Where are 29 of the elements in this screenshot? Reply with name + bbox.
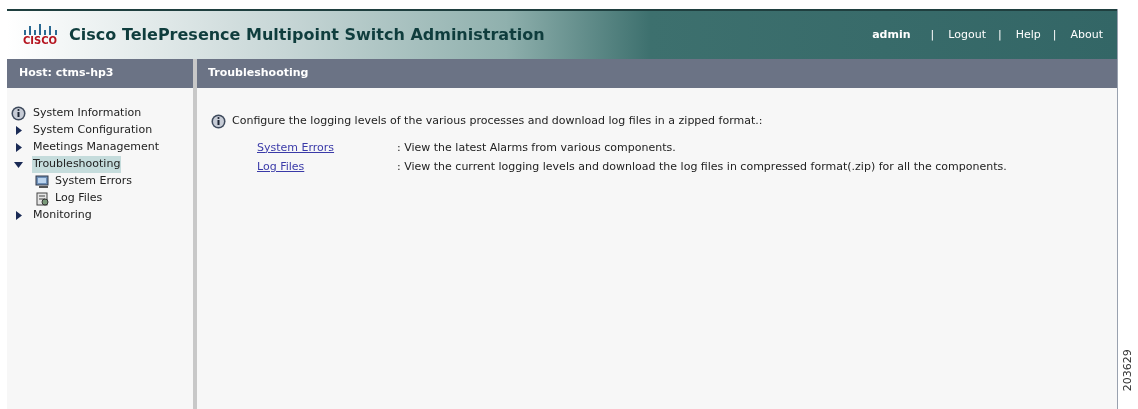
info-icon xyxy=(11,106,26,121)
section-title: Troubleshooting xyxy=(197,59,1117,88)
monitor-icon xyxy=(35,174,50,189)
logo-text: CISCO xyxy=(23,35,58,46)
link-description: : View the latest Alarms from various components. xyxy=(397,139,676,156)
separator-text: | xyxy=(997,26,1002,43)
sidebar-item[interactable]: Log Files xyxy=(54,190,104,207)
info-icon xyxy=(211,113,226,129)
log-file-icon xyxy=(35,191,50,206)
separator-text: | xyxy=(1052,26,1057,43)
sidebar-item[interactable]: Meetings Management xyxy=(32,139,161,156)
intro-text: Configure the logging levels of the various processes and download log files in a zipped format.: xyxy=(232,113,763,129)
header-link[interactable]: Help xyxy=(1015,26,1041,44)
sidebar-item[interactable]: System Errors xyxy=(54,173,134,190)
sidebar-item[interactable]: System Configuration xyxy=(32,122,154,139)
page-link[interactable]: Log Files xyxy=(257,159,305,173)
host-label: Host: ctms-hp3 xyxy=(7,59,193,88)
sidebar-item[interactable]: Monitoring xyxy=(32,207,93,224)
app-title: Cisco TelePresence Multipoint Switch Administration xyxy=(69,24,545,46)
user-name: admin xyxy=(872,26,911,43)
link-description: : View the current logging levels and download the log files in compressed format(.zip) for all the components. xyxy=(397,158,1007,175)
header-link[interactable]: About xyxy=(1070,26,1103,44)
page-link[interactable]: System Errors xyxy=(257,140,335,154)
figure-number: 203629 xyxy=(1121,348,1135,393)
header-link[interactable]: Logout xyxy=(948,26,986,44)
logo-icon xyxy=(23,24,57,35)
sidebar-item[interactable]: Troubleshooting xyxy=(32,156,122,173)
sidebar-item[interactable]: System Information xyxy=(32,105,143,122)
separator-text: | xyxy=(930,26,935,43)
